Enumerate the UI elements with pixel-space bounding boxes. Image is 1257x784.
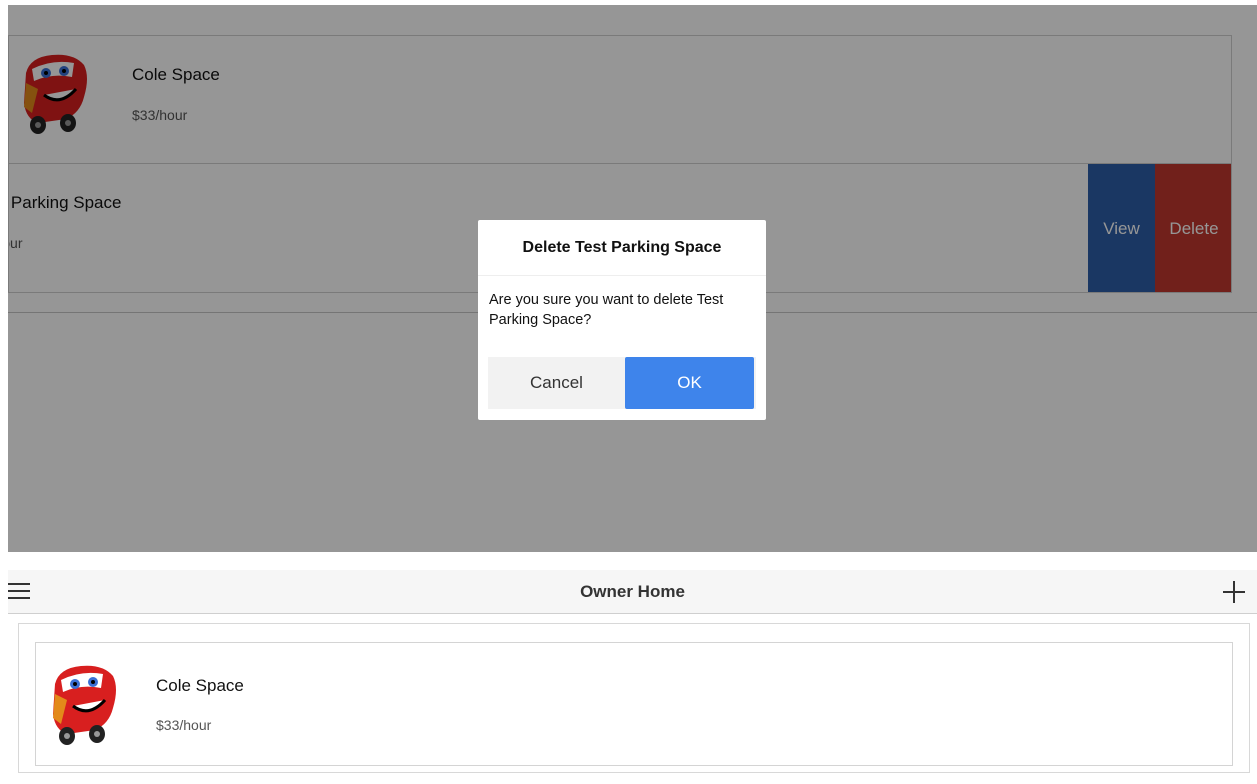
cancel-button[interactable]: Cancel <box>488 357 625 409</box>
delete-confirm-dialog: Delete Test Parking Space Are you sure y… <box>478 220 766 420</box>
delete-confirmation-screen: Cole Space $33/hour Test Parking Space $… <box>8 5 1257 552</box>
page-title: Owner Home <box>580 582 685 601</box>
owner-home-screen: Owner Home Cole Space $33/hour <box>0 566 1257 784</box>
space-price: $33/hour <box>156 717 212 733</box>
hamburger-menu-icon[interactable] <box>8 578 34 604</box>
dialog-message: Are you sure you want to delete Test Par… <box>489 292 724 328</box>
space-title: Cole Space <box>156 676 244 695</box>
dialog-title: Delete Test Parking Space <box>478 220 766 276</box>
dialog-actions: Cancel OK <box>488 357 756 409</box>
plus-icon[interactable] <box>1221 579 1247 605</box>
list-item[interactable]: Cole Space $33/hour <box>35 642 1233 766</box>
ok-button[interactable]: OK <box>625 357 754 409</box>
screenshot-stage: Cole Space $33/hour Test Parking Space $… <box>0 0 1257 784</box>
parking-list: Cole Space $33/hour <box>18 623 1250 773</box>
navbar: Owner Home <box>8 570 1257 614</box>
car-thumbnail-icon <box>53 665 116 745</box>
